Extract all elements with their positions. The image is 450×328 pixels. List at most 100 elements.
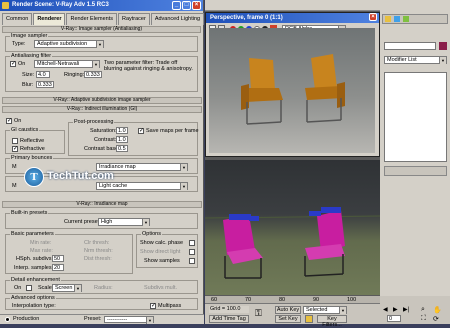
play-icon[interactable]: ▶ bbox=[393, 306, 401, 314]
gi-on-label: On bbox=[14, 118, 22, 124]
rollout-adaptive-subdivision[interactable]: V-Ray:: Adaptive subdivision image sampl… bbox=[2, 97, 202, 104]
techtut-logo: T bbox=[24, 167, 44, 187]
contrast-base-label: Contrast base: bbox=[84, 146, 120, 152]
preset-dropdown[interactable]: ----------- ▼ bbox=[104, 316, 154, 324]
aa-filter-dropdown[interactable]: Mitchell-Netravali ▼ bbox=[34, 60, 100, 68]
command-panel-tabs bbox=[382, 14, 448, 24]
rendered-chairs bbox=[241, 54, 345, 125]
key-filters-button[interactable]: Key Filters... bbox=[317, 315, 347, 328]
production-radio[interactable] bbox=[5, 317, 10, 322]
detail-on-checkbox[interactable] bbox=[26, 285, 32, 291]
multipass-checkbox[interactable]: ✓ bbox=[150, 303, 156, 309]
chevron-down-icon: ▼ bbox=[96, 41, 103, 48]
rollout-image-sampler[interactable]: V-Ray:: Image sampler (Antialiasing) bbox=[2, 26, 201, 33]
maximize-button[interactable]: □ bbox=[182, 1, 191, 10]
chevron-down-icon: ▼ bbox=[92, 61, 99, 68]
chevron-down-icon: ▼ bbox=[180, 183, 187, 190]
zoom-icon[interactable]: ⌕ bbox=[421, 306, 429, 314]
frame-close-button[interactable]: × bbox=[369, 13, 377, 21]
saturation-label: Saturation: bbox=[90, 128, 117, 134]
post-processing-title: Post-processing bbox=[73, 119, 115, 125]
detail-enhancement-title: Detail enhancement bbox=[10, 277, 61, 283]
object-name-field[interactable] bbox=[384, 42, 436, 50]
detail-scale-label: Scale: bbox=[38, 285, 54, 291]
rollout-irradiance-map[interactable]: V-Ray:: Irradiance map bbox=[2, 201, 202, 208]
contrast-base-field[interactable]: 0.5 bbox=[116, 145, 128, 152]
modifier-stack[interactable] bbox=[384, 72, 447, 162]
basic-parameters-title: Basic parameters bbox=[10, 231, 55, 237]
aa-on-label: On bbox=[18, 61, 26, 67]
selected-dropdown[interactable]: Selected ▼ bbox=[303, 306, 347, 314]
minimize-button[interactable]: _ bbox=[172, 1, 181, 10]
contrast-field[interactable]: 1.0 bbox=[116, 136, 128, 143]
viewport-scene bbox=[205, 207, 380, 279]
modifier-list-dropdown[interactable]: Modifier List ▼ bbox=[384, 56, 447, 64]
hierarchy-tab-icon[interactable] bbox=[403, 16, 409, 22]
chevron-down-icon: ▼ bbox=[146, 317, 153, 324]
time-ruler[interactable]: 60 70 80 90 100 bbox=[205, 296, 380, 304]
size-label: Size: bbox=[22, 72, 35, 78]
create-tab-icon[interactable] bbox=[385, 16, 391, 22]
advanced-options-title: Advanced options bbox=[10, 295, 56, 301]
options-title: Options bbox=[141, 231, 162, 237]
rendered-image bbox=[209, 28, 375, 153]
interp-samples-field[interactable]: 20 bbox=[52, 264, 64, 271]
render-dialog-titlebar: Render Scene: V-Ray Adv 1.5 RC3 _ □ × bbox=[0, 0, 203, 11]
saturation-field[interactable]: 1.0 bbox=[116, 127, 128, 134]
aa-filter-on-checkbox[interactable]: ✓ bbox=[10, 61, 16, 67]
key-mode-icon[interactable] bbox=[305, 315, 313, 323]
key-icon[interactable]: ⚿ bbox=[255, 308, 265, 318]
render-tabs: Common Renderer Render Elements Raytrace… bbox=[0, 13, 205, 25]
current-frame-field[interactable]: 0 bbox=[387, 315, 401, 322]
show-direct-checkbox[interactable] bbox=[189, 249, 195, 255]
close-button[interactable]: × bbox=[192, 1, 201, 10]
tab-renderer[interactable]: Renderer bbox=[33, 13, 66, 25]
refractive-checkbox[interactable]: ✓ bbox=[12, 146, 18, 152]
hsph-subdivs-field[interactable]: 50 bbox=[52, 255, 64, 262]
pan-icon[interactable]: ✋ bbox=[433, 306, 442, 314]
tick-80: 80 bbox=[279, 297, 286, 303]
current-preset-label: Current preset: bbox=[64, 219, 101, 225]
tab-common[interactable]: Common bbox=[2, 13, 33, 25]
tab-render-elements[interactable]: Render Elements bbox=[66, 13, 117, 25]
set-key-button[interactable]: Set Key bbox=[275, 315, 301, 323]
dist-thresh-label: Dist thresh: bbox=[84, 256, 112, 262]
chevron-down-icon: ▼ bbox=[142, 219, 149, 226]
multipass-label: Multipass bbox=[158, 303, 182, 309]
rollout-indirect-illumination[interactable]: V-Ray:: Indirect illumination (GI) bbox=[2, 106, 202, 113]
hsph-subdivs-label: HSph. subdivs: bbox=[16, 256, 53, 262]
image-sampler-title: Image sampler bbox=[10, 33, 49, 39]
sampler-type-dropdown[interactable]: Adaptive subdivision ▼ bbox=[34, 40, 104, 48]
tab-advanced-lighting[interactable]: Advanced Lighting bbox=[150, 13, 205, 25]
add-time-tag-button[interactable]: Add Time Tag bbox=[209, 315, 249, 323]
detail-scale-dropdown[interactable]: Screen ▼ bbox=[52, 284, 82, 292]
next-frame-icon[interactable]: ▶| bbox=[403, 306, 411, 314]
auto-key-button[interactable]: Auto Key bbox=[275, 306, 301, 314]
nrm-thresh-label: Nrm thresh: bbox=[84, 248, 113, 254]
maximize-viewport-icon[interactable]: ⛶ bbox=[421, 315, 429, 323]
tick-60: 60 bbox=[211, 297, 218, 303]
blur-label: Blur: bbox=[22, 82, 34, 88]
tab-raytracer[interactable]: Raytracer bbox=[117, 13, 150, 25]
gi-on-checkbox[interactable]: ✓ bbox=[6, 118, 12, 124]
current-preset-dropdown[interactable]: High ▼ bbox=[98, 218, 150, 226]
orbit-icon[interactable]: ⟳ bbox=[433, 315, 441, 323]
size-field[interactable]: 4.0 bbox=[36, 71, 50, 78]
modify-tab-icon[interactable] bbox=[394, 16, 400, 22]
show-calc-checkbox[interactable] bbox=[189, 240, 195, 246]
chevron-down-icon: ▼ bbox=[339, 307, 346, 314]
perspective-viewport[interactable] bbox=[205, 160, 380, 295]
reflective-checkbox[interactable] bbox=[12, 138, 18, 144]
show-samples-checkbox[interactable] bbox=[189, 258, 195, 264]
detail-radius-label: Radius: bbox=[94, 285, 113, 291]
primary-bounces-title: Primary bounces bbox=[10, 155, 54, 161]
reflective-label: Reflective bbox=[20, 138, 45, 144]
tick-100: 100 bbox=[347, 297, 357, 303]
save-maps-checkbox[interactable]: ✓ bbox=[138, 128, 144, 134]
blur-field[interactable]: 0.333 bbox=[36, 81, 54, 88]
secondary-multiplier-label: M bbox=[12, 183, 17, 189]
object-color-swatch[interactable] bbox=[439, 42, 447, 50]
prev-frame-icon[interactable]: ◀ bbox=[383, 306, 391, 314]
ringing-field[interactable]: 0.333 bbox=[84, 71, 102, 78]
frame-window-title: Perspective, frame 0 (1:1) bbox=[210, 15, 283, 21]
